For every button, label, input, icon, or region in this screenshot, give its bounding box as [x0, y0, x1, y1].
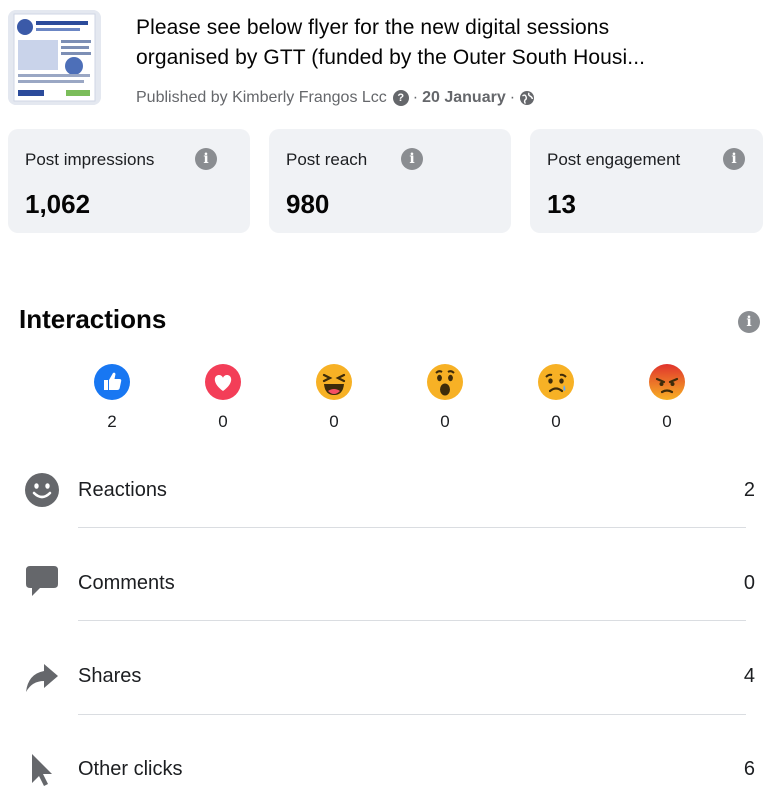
date-separator: ·: [412, 89, 419, 106]
row-divider: [78, 527, 746, 528]
angry-reaction-icon: [649, 364, 685, 400]
shares-row-label: Shares: [78, 665, 142, 687]
reactions-row-label: Reactions: [78, 479, 167, 501]
love-reaction-icon: [205, 364, 241, 400]
post-title-line-2: organised by GTT (funded by the Outer So…: [136, 46, 646, 69]
published-by-text: Published by Kimberly Frangos Lcc: [136, 89, 387, 106]
metric-value: 13: [547, 189, 576, 219]
other-clicks-row-value: 6: [743, 758, 755, 780]
post-meta: Published by Kimberly Frangos Lcc ? · 20…: [136, 89, 535, 107]
wow-reaction-icon: [427, 364, 463, 400]
info-icon[interactable]: i: [401, 148, 423, 170]
like-reaction-icon: [94, 364, 130, 400]
reaction-count-sad: 0: [551, 412, 561, 431]
metric-card-impressions: Post impressions i 1,062: [8, 129, 250, 233]
reactions-row-value: 2: [743, 479, 755, 501]
info-icon[interactable]: i: [723, 148, 745, 170]
metric-card-engagement: Post engagement i 13: [530, 129, 763, 233]
post-title[interactable]: Please see below flyer for the new digit…: [136, 13, 756, 73]
reaction-count-like: 2: [107, 412, 117, 431]
row-divider: [78, 620, 746, 621]
metric-value: 980: [286, 189, 330, 219]
reaction-count-wow: 0: [440, 412, 450, 431]
globe-icon: [520, 91, 535, 105]
post-thumbnail[interactable]: [8, 10, 101, 105]
haha-reaction-icon: [316, 364, 352, 400]
reaction-count-love: 0: [218, 412, 228, 431]
post-date[interactable]: 20 January: [422, 89, 506, 107]
info-icon[interactable]: i: [195, 148, 217, 170]
question-mark-icon[interactable]: ?: [392, 90, 409, 106]
metric-label: Post engagement: [547, 150, 681, 169]
comments-row-value: 0: [743, 572, 755, 594]
info-icon[interactable]: i: [738, 311, 760, 333]
post-title-line-1: Please see below flyer for the new digit…: [136, 16, 610, 39]
pointer-cursor-icon: [32, 754, 52, 786]
metric-value: 1,062: [25, 189, 91, 219]
comment-bubble-icon: [26, 566, 58, 596]
sad-reaction-icon: [538, 364, 574, 400]
row-divider: [78, 714, 746, 715]
date-separator-2: ·: [509, 89, 516, 106]
metric-label: Post reach: [286, 150, 368, 169]
other-clicks-row-label: Other clicks: [78, 758, 183, 780]
smiley-icon: [25, 473, 59, 507]
interactions-title: Interactions: [19, 304, 167, 334]
metric-card-reach: Post reach i 980: [269, 129, 511, 233]
reaction-count-haha: 0: [329, 412, 339, 431]
reaction-count-angry: 0: [662, 412, 672, 431]
comments-row-label: Comments: [78, 572, 175, 594]
shares-row-value: 4: [743, 665, 755, 687]
share-arrow-icon: [26, 664, 58, 692]
metric-label: Post impressions: [25, 150, 155, 169]
